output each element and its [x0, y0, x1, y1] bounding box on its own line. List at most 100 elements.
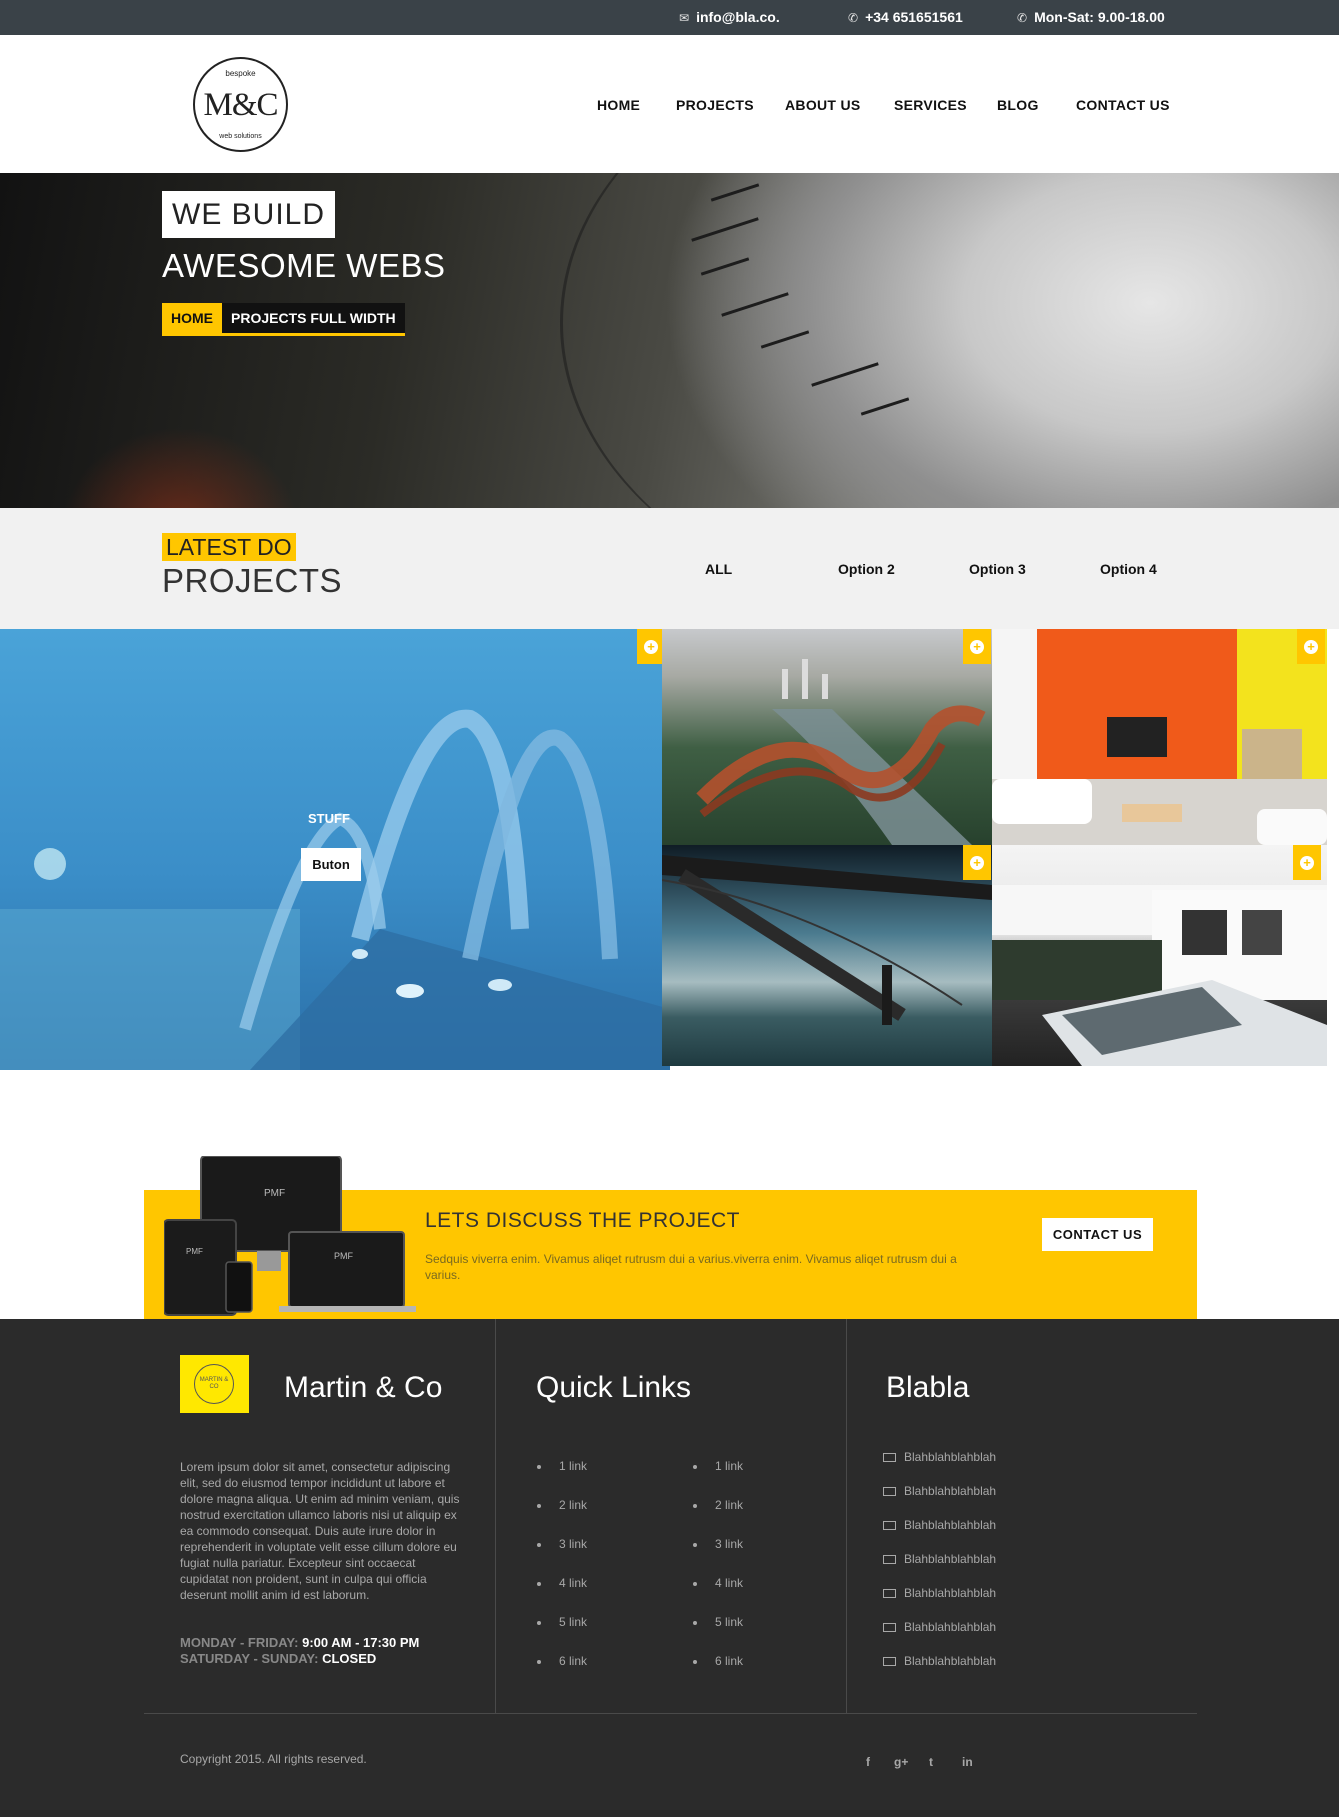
blabla-item[interactable]: Blahblahblahblah	[883, 1654, 996, 1668]
device-brand: PMF	[264, 1188, 285, 1199]
project-tile-living-room[interactable]: +	[992, 629, 1327, 845]
filter-all[interactable]: ALL	[705, 561, 732, 577]
project-tile-featured[interactable]: + STUFF Buton	[0, 629, 670, 1070]
breadcrumb-home[interactable]: HOME	[162, 303, 222, 333]
nav-home[interactable]: HOME	[597, 97, 640, 113]
plus-icon: +	[644, 640, 658, 654]
expand-button[interactable]: +	[963, 845, 991, 880]
living-room-illustration	[992, 629, 1327, 845]
project-tile-villa[interactable]: +	[992, 845, 1327, 1066]
topbar-email[interactable]: ✉ info@bla.co.	[679, 0, 780, 35]
site-logo[interactable]: bespoke M&C web solutions	[193, 57, 288, 152]
phone-icon: ✆	[848, 11, 859, 25]
expand-button[interactable]: +	[963, 629, 991, 664]
envelope-icon	[883, 1657, 896, 1666]
topbar-hours: ✆ Mon-Sat: 9.00-18.00	[1017, 0, 1165, 35]
filter-option-4[interactable]: Option 4	[1100, 561, 1157, 577]
cta-description: Sedquis viverra enim. Vivamus aliqet rut…	[425, 1252, 957, 1282]
google-plus-icon[interactable]: g+	[894, 1755, 908, 1769]
footer-about: Lorem ipsum dolor sit amet, consectetur …	[180, 1460, 460, 1602]
footer-hours: MONDAY - FRIDAY: 9:00 AM - 17:30 PM SATU…	[180, 1635, 420, 1666]
projects-title: PROJECTS	[162, 562, 343, 599]
projects-kicker: LATEST DO	[162, 533, 296, 561]
linkedin-icon[interactable]: in	[962, 1755, 973, 1769]
envelope-icon	[883, 1589, 896, 1598]
envelope-icon	[883, 1623, 896, 1632]
projects-header: LATEST DO PROJECTS ALL Option 2 Option 3…	[0, 508, 1339, 629]
cta-title: LETS DISCUSS THE PROJECT	[425, 1209, 741, 1232]
site-footer: MARTIN & CO Martin & Co Lorem ipsum dolo…	[0, 1319, 1339, 1817]
hero-coin-rim	[560, 173, 1339, 508]
river-bridge-illustration	[696, 659, 986, 845]
copyright: Copyright 2015. All rights reserved.	[180, 1752, 367, 1766]
logo-tagline-bottom: web solutions	[219, 133, 262, 140]
envelope-icon	[883, 1521, 896, 1530]
devices-mockup: PMF PMF PMF	[163, 1155, 424, 1322]
site-header: bespoke M&C web solutions HOME PROJECTS …	[0, 35, 1339, 173]
filter-option-2[interactable]: Option 2	[838, 561, 895, 577]
quick-links-title: Quick Links	[536, 1371, 692, 1404]
quick-link[interactable]: 1 link	[693, 1459, 743, 1473]
top-bar: ✉ info@bla.co. ✆ +34 651651561 ✆ Mon-Sat: 9…	[0, 0, 1339, 35]
quick-link[interactable]: 3 link	[693, 1537, 743, 1551]
blabla-item[interactable]: Blahblahblahblah	[883, 1620, 996, 1634]
suspension-bridge-illustration	[662, 855, 992, 1025]
featured-button[interactable]: Buton	[301, 848, 361, 881]
expand-button[interactable]: +	[1297, 629, 1325, 664]
expand-button[interactable]: +	[1293, 845, 1321, 880]
twitter-icon[interactable]: t	[929, 1755, 933, 1769]
quick-link[interactable]: 5 link	[537, 1615, 587, 1629]
nav-contact-us[interactable]: CONTACT US	[1076, 97, 1170, 113]
footer-rule	[144, 1713, 1197, 1714]
quick-link[interactable]: 4 link	[693, 1576, 743, 1590]
blabla-title: Blabla	[886, 1371, 970, 1404]
topbar-phone[interactable]: ✆ +34 651651561	[848, 0, 963, 35]
contact-us-button[interactable]: CONTACT US	[1042, 1218, 1153, 1251]
blabla-item[interactable]: Blahblahblahblah	[883, 1586, 996, 1600]
projects-grid: + STUFF Buton + + + +	[0, 629, 1339, 1070]
plus-icon: +	[1300, 856, 1314, 870]
logo-mark: M&C	[203, 87, 278, 123]
filter-option-3[interactable]: Option 3	[969, 561, 1026, 577]
quick-link[interactable]: 2 link	[693, 1498, 743, 1512]
project-tile-suspension-bridge[interactable]: +	[662, 845, 992, 1066]
nav-projects[interactable]: PROJECTS	[676, 97, 754, 113]
plus-icon: +	[1304, 640, 1318, 654]
blabla-item[interactable]: Blahblahblahblah	[883, 1518, 996, 1532]
expand-button[interactable]: +	[637, 629, 665, 664]
quick-link[interactable]: 6 link	[537, 1654, 587, 1668]
plus-icon: +	[970, 640, 984, 654]
logo-tagline-top: bespoke	[225, 69, 256, 78]
quick-link[interactable]: 6 link	[693, 1654, 743, 1668]
project-tile-river-bridge[interactable]: +	[662, 629, 992, 845]
blabla-item[interactable]: Blahblahblahblah	[883, 1552, 996, 1566]
breadcrumb: HOME PROJECTS FULL WIDTH	[162, 303, 405, 336]
envelope-icon	[883, 1453, 896, 1462]
nav-about-us[interactable]: ABOUT US	[785, 97, 861, 113]
quick-link[interactable]: 2 link	[537, 1498, 587, 1512]
devices-illustration: PMF PMF PMF	[163, 1155, 416, 1316]
blabla-item[interactable]: Blahblahblahblah	[883, 1450, 996, 1464]
quick-link[interactable]: 5 link	[693, 1615, 743, 1629]
hero-heading-line1: WE BUILD	[162, 191, 336, 238]
envelope-icon: ✉	[679, 11, 690, 25]
quick-link[interactable]: 3 link	[537, 1537, 587, 1551]
device-brand: PMF	[334, 1251, 354, 1261]
footer-divider	[495, 1319, 496, 1714]
quick-link[interactable]: 4 link	[537, 1576, 587, 1590]
nav-services[interactable]: SERVICES	[894, 97, 967, 113]
blabla-item[interactable]: Blahblahblahblah	[883, 1484, 996, 1498]
plus-icon: +	[970, 856, 984, 870]
villa-illustration	[992, 885, 1327, 1066]
facebook-icon[interactable]: f	[866, 1755, 870, 1769]
envelope-icon	[883, 1555, 896, 1564]
envelope-icon	[883, 1487, 896, 1496]
breadcrumb-current: PROJECTS FULL WIDTH	[231, 310, 396, 326]
footer-logo[interactable]: MARTIN & CO	[180, 1355, 249, 1413]
hero-heading-line2: AWESOME WEBS	[162, 247, 446, 284]
nav-blog[interactable]: BLOG	[997, 97, 1039, 113]
footer-divider	[846, 1319, 847, 1714]
featured-label: STUFF	[308, 811, 350, 826]
device-brand: PMF	[186, 1247, 203, 1256]
quick-link[interactable]: 1 link	[537, 1459, 587, 1473]
